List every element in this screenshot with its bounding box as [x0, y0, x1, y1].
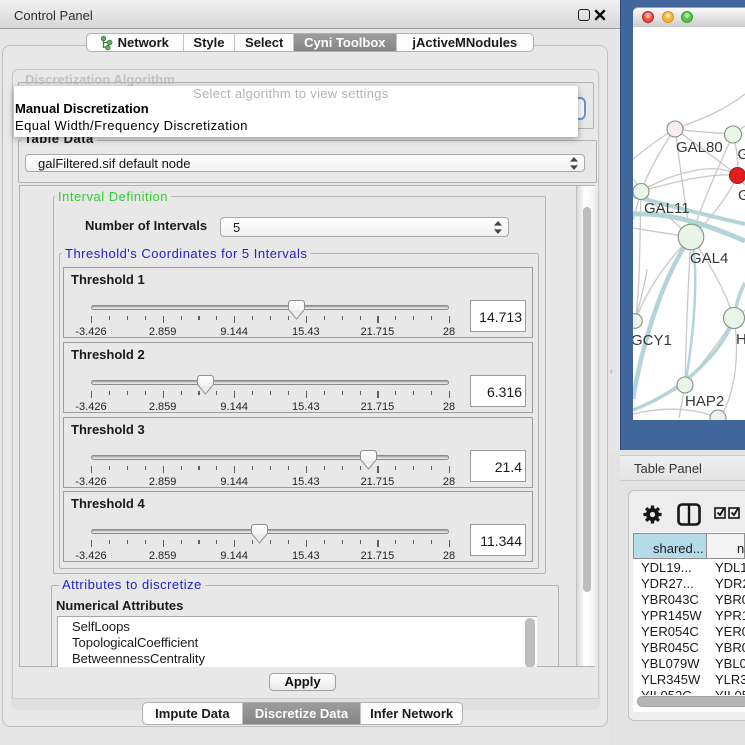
svg-text:HAP2: HAP2 [685, 393, 724, 410]
svg-text:GAL11: GAL11 [644, 200, 690, 217]
svg-text:GAL4: GAL4 [690, 250, 728, 267]
svg-text:GAL80: GAL80 [676, 139, 723, 156]
svg-text:GAL3: GAL3 [738, 146, 745, 163]
svg-text:GCY1: GCY1 [633, 332, 672, 349]
svg-text:G: G [738, 187, 745, 204]
svg-text:HA: HA [736, 331, 745, 348]
